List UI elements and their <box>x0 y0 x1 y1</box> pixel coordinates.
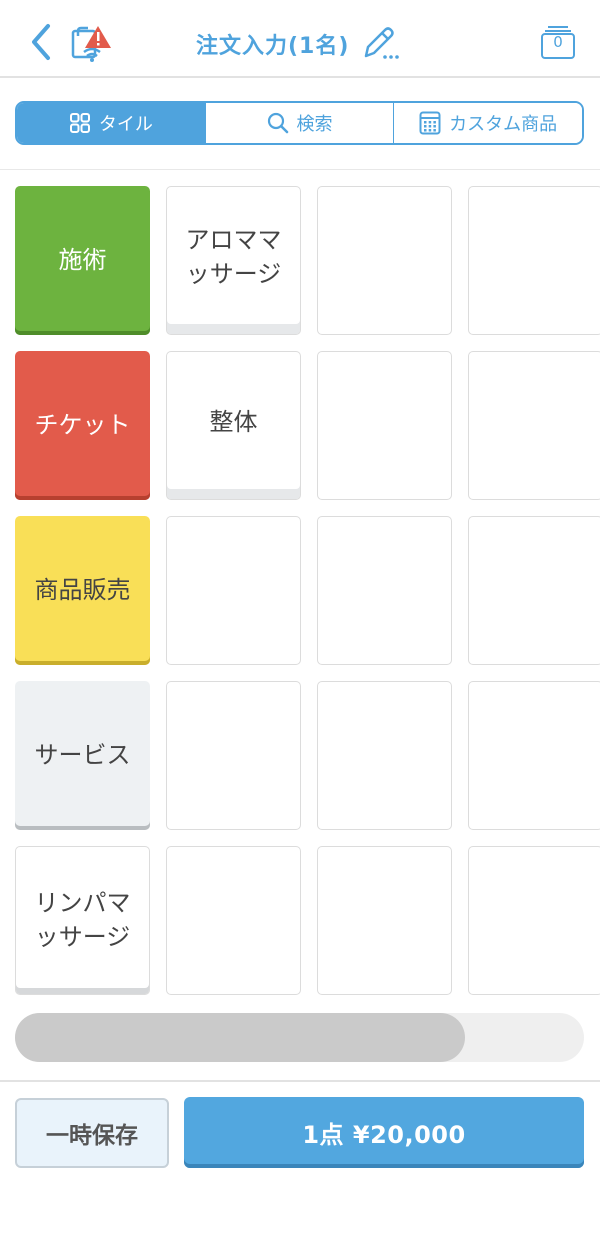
category-tile-label: 施術 <box>58 245 107 274</box>
empty-tile <box>468 186 600 335</box>
cart-count: 0 <box>553 33 563 51</box>
page-title: 注文入力(1名) <box>196 34 350 59</box>
category-tile-treatment[interactable]: 施術 <box>15 186 150 335</box>
category-tile-label: チケット <box>34 410 131 439</box>
product-tile-seitai[interactable]: 整体 <box>166 351 301 500</box>
empty-tile <box>317 351 452 500</box>
tab-tile[interactable]: タイル <box>17 103 206 143</box>
back-chevron-icon[interactable] <box>26 22 56 62</box>
category-tile-label: 商品販売 <box>34 575 131 604</box>
category-tile-label: リンパマッサージ <box>34 889 131 951</box>
empty-tile <box>317 681 452 830</box>
empty-tile <box>317 846 452 995</box>
empty-tile <box>317 516 452 665</box>
cart-button[interactable]: 0 <box>540 24 576 60</box>
empty-tile <box>468 516 600 665</box>
tab-custom-product[interactable]: カスタム商品 <box>394 103 582 143</box>
empty-tile <box>468 846 600 995</box>
category-tile-label: サービス <box>34 740 131 769</box>
search-icon <box>267 112 288 134</box>
tab-search[interactable]: 検索 <box>205 103 395 143</box>
footer-divider <box>0 1080 600 1082</box>
category-tile-service[interactable]: サービス <box>15 681 150 830</box>
temporary-save-button[interactable]: 一時保存 <box>15 1098 169 1168</box>
edit-pencil-icon[interactable] <box>361 26 401 62</box>
tab-custom-product-label: カスタム商品 <box>449 114 558 135</box>
empty-tile <box>468 681 600 830</box>
product-tile-aroma-massage[interactable]: アロママッサージ <box>166 186 301 335</box>
checkout-total-button[interactable]: 1点 ¥20,000 <box>184 1097 584 1168</box>
title-area: 注文入力(1名) <box>196 26 401 62</box>
empty-tile <box>468 351 600 500</box>
tab-search-label: 検索 <box>296 114 333 135</box>
empty-tile <box>317 186 452 335</box>
header-bar: 注文入力(1名) 0 <box>0 0 600 78</box>
horizontal-scrollbar-track[interactable] <box>15 1013 584 1062</box>
empty-tile <box>166 846 301 995</box>
empty-tile <box>166 516 301 665</box>
view-mode-tabs: タイル 検索 カスタム商品 <box>15 101 584 145</box>
category-tile-ticket[interactable]: チケット <box>15 351 150 500</box>
horizontal-scrollbar-thumb[interactable] <box>15 1013 465 1062</box>
grid-icon <box>69 113 90 133</box>
product-tile-label: 整体 <box>209 407 258 436</box>
offline-alert-icon[interactable] <box>70 22 114 64</box>
calculator-icon <box>419 111 441 135</box>
tab-tile-label: タイル <box>98 114 153 135</box>
category-tile-lymph-massage[interactable]: リンパマッサージ <box>15 846 150 995</box>
empty-tile <box>166 681 301 830</box>
divider <box>0 169 600 170</box>
product-tile-label: アロママッサージ <box>185 226 282 288</box>
category-tile-product-sales[interactable]: 商品販売 <box>15 516 150 665</box>
